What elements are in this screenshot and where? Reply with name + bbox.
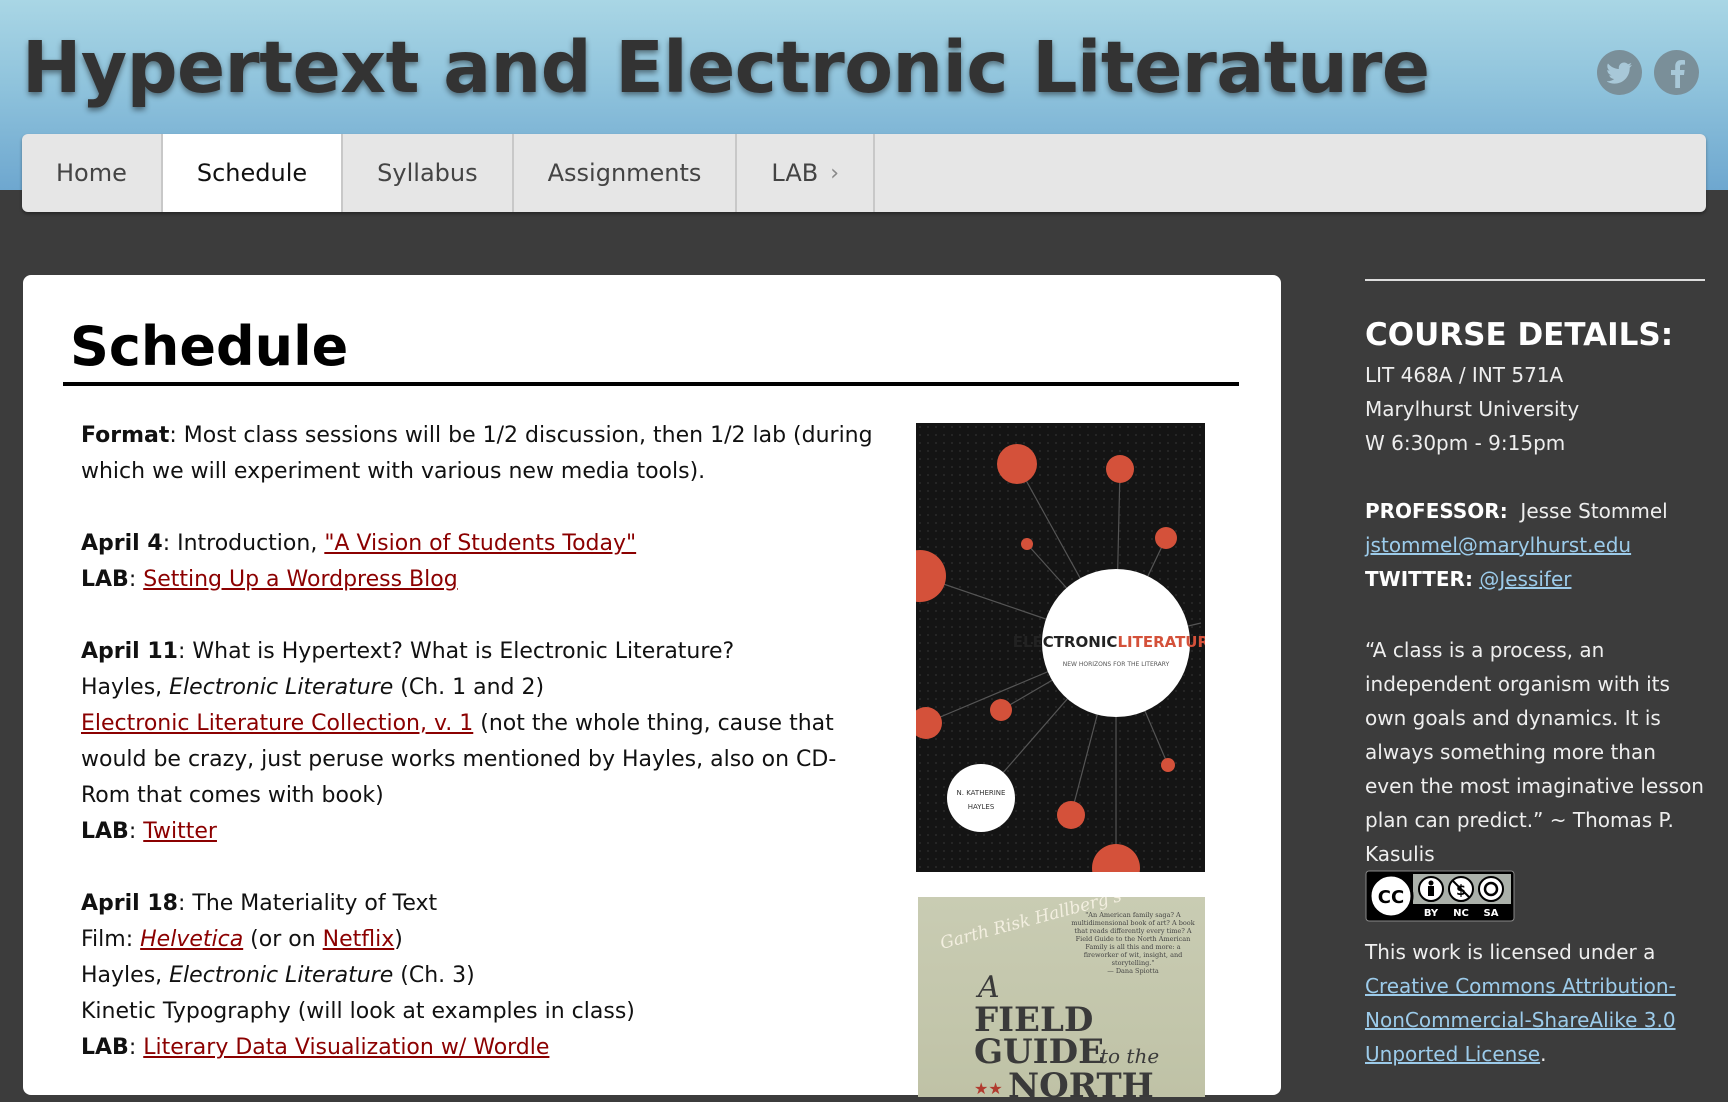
twitter-line: TWITTER: @Jessifer <box>1365 567 1571 591</box>
schedule-body: Format: Most class sessions will be 1/2 … <box>81 418 881 1102</box>
format-label: Format <box>81 423 170 448</box>
nav-syllabus[interactable]: Syllabus <box>343 134 514 212</box>
lab-label: LAB <box>81 567 129 592</box>
lab-label: LAB <box>81 1035 129 1060</box>
nav-home-label: Home <box>56 159 127 187</box>
main-nav: Home Schedule Syllabus Assignments LAB › <box>22 134 1706 212</box>
license-end: . <box>1540 1042 1547 1066</box>
license-text: This work is licensed under a Creative C… <box>1365 935 1705 1071</box>
lab-sep: : <box>128 567 144 592</box>
lab-twitter-link[interactable]: Twitter <box>143 819 217 844</box>
reading-chapters: (Ch. 1 and 2) <box>393 675 545 700</box>
twitter-label: TWITTER: <box>1365 567 1473 591</box>
course-details-heading: COURSE DETAILS: <box>1365 317 1674 353</box>
week-april-4: April 4: Introduction, "A Vision of Stud… <box>81 526 881 598</box>
book2-blurb: "An American family saga? A multidimensi… <box>1071 911 1195 975</box>
university-name: Marylhurst University <box>1365 397 1580 421</box>
film-mid: (or on <box>243 927 323 952</box>
sidebar-divider <box>1365 279 1705 281</box>
twitter-icon[interactable] <box>1597 50 1642 95</box>
helvetica-film-title: Helvetica <box>140 927 244 952</box>
helvetica-film-link[interactable]: Helvetica <box>140 927 243 952</box>
class-time: W 6:30pm - 9:15pm <box>1365 431 1566 455</box>
film-label: Film: <box>81 927 141 952</box>
week-date: April 18 <box>81 891 178 916</box>
reading-chapters: (Ch. 3) <box>393 963 475 988</box>
lab-sep: : <box>128 819 144 844</box>
cc-license-badge[interactable]: CC $ BY NC SA <box>1365 870 1515 922</box>
nav-home[interactable]: Home <box>22 134 163 212</box>
electronic-literature-book-cover: ELECTRONICLITERATURE NEW HORIZONS FOR TH… <box>916 423 1205 872</box>
professor-email-link[interactable]: jstommel@marylhurst.edu <box>1365 533 1631 557</box>
twitter-bird-icon <box>1606 62 1632 84</box>
chevron-right-icon: › <box>830 160 840 186</box>
nav-schedule[interactable]: Schedule <box>162 134 344 212</box>
book2-north: NORTH <box>1008 1066 1154 1097</box>
svg-text:CC: CC <box>1378 887 1404 908</box>
professor-name: Jesse Stommel <box>1520 499 1668 523</box>
page-title: Schedule <box>70 315 349 378</box>
svg-text:BY: BY <box>1424 908 1439 919</box>
svg-text:SA: SA <box>1484 908 1499 919</box>
facebook-f-icon <box>1670 59 1685 88</box>
cc-by-nc-sa-icon: CC $ BY NC SA <box>1365 870 1515 922</box>
reading-title: Electronic Literature <box>169 675 394 700</box>
book1-author-last: HAYLES <box>968 803 995 811</box>
nav-lab[interactable]: LAB › <box>737 134 876 212</box>
netflix-link[interactable]: Netflix <box>323 927 395 952</box>
course-code: LIT 468A / INT 571A <box>1365 363 1564 387</box>
week-intro: : Introduction, <box>162 531 325 556</box>
book2-stars-icon: ★★ <box>974 1079 1003 1097</box>
format-text: : Most class sessions will be 1/2 discus… <box>81 423 873 484</box>
reading-title: Electronic Literature <box>169 963 394 988</box>
week-intro: : What is Hypertext? What is Electronic … <box>177 639 735 664</box>
facebook-icon[interactable] <box>1654 50 1699 95</box>
week-intro: : The Materiality of Text <box>177 891 438 916</box>
film-end: ) <box>394 927 403 952</box>
book2-to-the: to the <box>1100 1044 1159 1068</box>
book1-title: ELECTRONICLITERATURE <box>1013 633 1205 651</box>
book1-subtitle: NEW HORIZONS FOR THE LITERARY <box>1063 661 1170 668</box>
nav-assignments-label: Assignments <box>547 159 702 187</box>
twitter-handle-link[interactable]: @Jessifer <box>1479 567 1571 591</box>
nav-assignments[interactable]: Assignments <box>514 134 738 212</box>
book-cover-art: ELECTRONICLITERATURE NEW HORIZONS FOR TH… <box>916 423 1205 872</box>
week-april-18: April 18: The Materiality of Text Film: … <box>81 886 881 1066</box>
vision-of-students-link[interactable]: "A Vision of Students Today" <box>324 531 636 556</box>
svg-text:NC: NC <box>1453 908 1469 919</box>
book2-cover-art: Garth Risk Hallberg's A FIELD GUIDE to t… <box>938 897 1195 1097</box>
lab-label: LAB <box>81 819 129 844</box>
book2-blurb-credit: — Dana Spiotta <box>1107 967 1159 975</box>
kinetic-typography-note: Kinetic Typography (will look at example… <box>81 999 635 1024</box>
nav-syllabus-label: Syllabus <box>377 159 478 187</box>
week-date: April 11 <box>81 639 178 664</box>
license-prefix: This work is licensed under a <box>1365 940 1656 964</box>
site-title[interactable]: Hypertext and Electronic Literature <box>22 26 1430 109</box>
lab-wordle-link[interactable]: Literary Data Visualization w/ Wordle <box>143 1035 549 1060</box>
week-date: April 4 <box>81 531 163 556</box>
book1-author-first: N. KATHERINE <box>957 789 1006 797</box>
reading-author: Hayles, <box>81 963 170 988</box>
week-april-11: April 11: What is Hypertext? What is Ele… <box>81 634 881 850</box>
title-divider <box>63 382 1239 386</box>
lab-wordpress-link[interactable]: Setting Up a Wordpress Blog <box>143 567 457 592</box>
nav-lab-label: LAB <box>771 159 819 187</box>
main-content: Schedule Format: Most class sessions wil… <box>23 275 1281 1097</box>
professor-label: PROFESSOR: <box>1365 499 1508 523</box>
lab-sep: : <box>128 1035 144 1060</box>
format-paragraph: Format: Most class sessions will be 1/2 … <box>81 418 881 490</box>
professor-line: PROFESSOR: Jesse Stommel <box>1365 499 1668 523</box>
reading-author: Hayles, <box>81 675 170 700</box>
elit-collection-link[interactable]: Electronic Literature Collection, v. 1 <box>81 711 473 736</box>
field-guide-book-cover: Garth Risk Hallberg's A FIELD GUIDE to t… <box>918 897 1205 1097</box>
license-link[interactable]: Creative Commons Attribution-NonCommerci… <box>1365 974 1676 1066</box>
course-quote: “A class is a process, an independent or… <box>1365 638 1704 866</box>
nav-schedule-label: Schedule <box>196 159 308 187</box>
